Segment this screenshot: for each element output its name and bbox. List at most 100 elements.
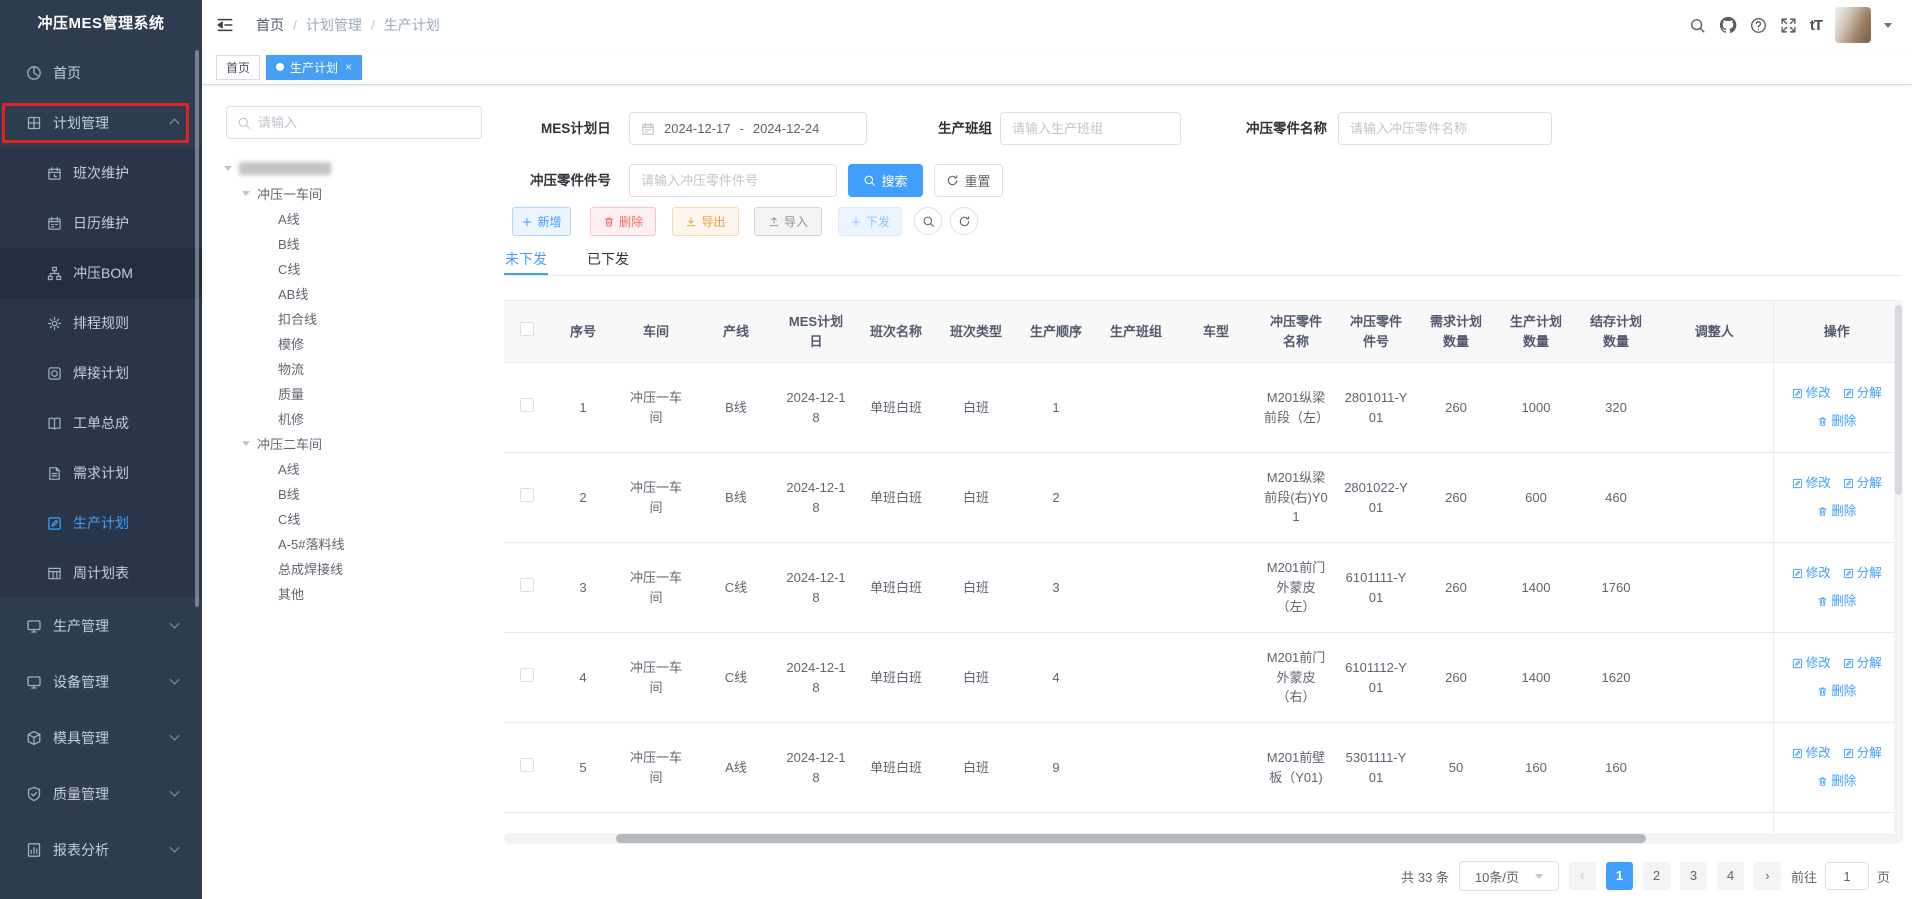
tree-node-workshop[interactable]: 冲压一车间 [212, 181, 492, 206]
tree-leaf-line[interactable]: C线 [212, 256, 492, 281]
vertical-scrollbar-thumb[interactable] [1895, 305, 1902, 495]
delete-link[interactable]: 删除 [1817, 682, 1856, 701]
dispatch-button[interactable]: 下发 [838, 207, 902, 236]
sidebar-item-demand-plan[interactable]: 需求计划 [0, 448, 202, 498]
delete-link[interactable]: 删除 [1817, 772, 1856, 791]
select-all-checkbox[interactable] [520, 322, 534, 336]
calendar-icon [47, 216, 62, 231]
page-button-3[interactable]: 3 [1680, 862, 1707, 890]
text-size-icon[interactable]: tT [1810, 17, 1822, 34]
sidebar-item-welding-plan[interactable]: 焊接计划 [0, 348, 202, 398]
sidebar-item-production-plan[interactable]: 生产计划 [0, 498, 202, 548]
page-button-2[interactable]: 2 [1643, 862, 1670, 890]
tree-leaf-line[interactable]: 物流 [212, 356, 492, 381]
delete-link[interactable]: 删除 [1817, 592, 1856, 611]
page-button-1[interactable]: 1 [1606, 862, 1633, 890]
row-checkbox[interactable] [520, 488, 534, 502]
part-name-filter-input[interactable] [1350, 121, 1540, 136]
tree-root-node[interactable] [212, 156, 492, 181]
menu-collapse-icon[interactable] [216, 16, 234, 34]
tree-leaf-line[interactable]: B线 [212, 481, 492, 506]
page-size-select[interactable]: 10条/页 [1459, 861, 1559, 891]
fullscreen-icon[interactable] [1780, 17, 1797, 34]
row-checkbox[interactable] [520, 398, 534, 412]
avatar[interactable] [1835, 7, 1871, 43]
modify-link[interactable]: 修改 [1792, 654, 1831, 673]
tree-leaf-line[interactable]: A-5#落料线 [212, 531, 492, 556]
tree-node-workshop[interactable]: 冲压二车间 [212, 431, 492, 456]
help-icon[interactable] [1750, 17, 1767, 34]
search-button[interactable]: 搜索 [848, 164, 923, 197]
sidebar-item-weekly-plan[interactable]: 周计划表 [0, 548, 202, 598]
sidebar-item-workorder-assembly[interactable]: 工单总成 [0, 398, 202, 448]
delete-link[interactable]: 删除 [1817, 502, 1856, 521]
table-cell-part_name: M201前门外蒙皮（左） [1256, 543, 1336, 633]
tree-leaf-line[interactable]: AB线 [212, 281, 492, 306]
modify-link[interactable]: 修改 [1792, 474, 1831, 493]
prev-page-button[interactable]: ‹ [1569, 862, 1596, 890]
search-icon[interactable] [1689, 17, 1706, 34]
export-button[interactable]: 导出 [672, 207, 739, 236]
tree-leaf-line[interactable]: 模修 [212, 331, 492, 356]
close-icon[interactable]: × [345, 60, 352, 74]
sidebar-item-stamping-bom[interactable]: 冲压BOM [0, 248, 202, 298]
github-icon[interactable] [1719, 16, 1737, 34]
decompose-link[interactable]: 分解 [1843, 654, 1882, 673]
import-button[interactable]: 导入 [754, 207, 822, 236]
tab-home[interactable]: 首页 [216, 55, 260, 80]
date-range-picker[interactable]: 2024-12-17 - 2024-12-24 [629, 112, 867, 145]
tree-leaf-line[interactable]: A线 [212, 206, 492, 231]
sidebar-item-plan-mgmt[interactable]: 计划管理 [0, 98, 202, 148]
delete-link[interactable]: 删除 [1817, 412, 1856, 431]
decompose-link[interactable]: 分解 [1843, 384, 1882, 403]
table-refresh-button[interactable] [950, 207, 978, 235]
sidebar-scrollbar[interactable] [195, 50, 199, 607]
sidebar-item-equipment-mgmt[interactable]: 设备管理 [0, 654, 202, 710]
goto-page-input[interactable] [1825, 862, 1869, 890]
delete-link-label: 删除 [1831, 682, 1856, 701]
tree-leaf-line[interactable]: 质量 [212, 381, 492, 406]
team-filter-input[interactable] [1012, 121, 1169, 136]
breadcrumb-plan-mgmt[interactable]: 计划管理 [306, 15, 362, 35]
part-no-filter-input[interactable] [641, 173, 825, 188]
tab-undispatched[interactable]: 未下发 [504, 244, 548, 275]
tree-leaf-line[interactable]: A线 [212, 456, 492, 481]
delete-button[interactable]: 删除 [590, 207, 656, 236]
sidebar-item-schedule-rules[interactable]: 排程规则 [0, 298, 202, 348]
add-button[interactable]: 新增 [512, 207, 571, 236]
row-checkbox[interactable] [520, 668, 534, 682]
sidebar-item-calendar-maint[interactable]: 日历维护 [0, 198, 202, 248]
sidebar-item-production-mgmt[interactable]: 生产管理 [0, 598, 202, 654]
calendar-icon [641, 122, 655, 136]
tab-dispatched[interactable]: 已下发 [586, 244, 630, 275]
tree-leaf-line[interactable]: B线 [212, 231, 492, 256]
breadcrumb-home[interactable]: 首页 [256, 15, 284, 35]
decompose-link[interactable]: 分解 [1843, 564, 1882, 583]
sidebar-item-home[interactable]: 首页 [0, 48, 202, 98]
modify-link[interactable]: 修改 [1792, 564, 1831, 583]
tree-leaf-line[interactable]: 总成焊接线 [212, 556, 492, 581]
tab-production-plan[interactable]: 生产计划 × [266, 55, 362, 80]
next-page-button[interactable]: › [1754, 862, 1781, 890]
sidebar-item-mold-mgmt[interactable]: 模具管理 [0, 710, 202, 766]
tree-leaf-line[interactable]: 机修 [212, 406, 492, 431]
decompose-link[interactable]: 分解 [1843, 744, 1882, 763]
row-checkbox[interactable] [520, 578, 534, 592]
table-search-button[interactable] [914, 207, 942, 235]
sidebar-item-quality-mgmt[interactable]: 质量管理 [0, 766, 202, 822]
tree-leaf-line[interactable]: 其他 [212, 581, 492, 606]
modify-link[interactable]: 修改 [1792, 384, 1831, 403]
modify-link[interactable]: 修改 [1792, 744, 1831, 763]
decompose-link[interactable]: 分解 [1843, 474, 1882, 493]
row-checkbox[interactable] [520, 758, 534, 772]
refresh-icon [958, 215, 971, 228]
sidebar-item-shift-maint[interactable]: 班次维护 [0, 148, 202, 198]
reset-button[interactable]: 重置 [934, 164, 1003, 197]
page-button-4[interactable]: 4 [1717, 862, 1744, 890]
caret-down-icon[interactable] [1884, 23, 1892, 28]
tree-leaf-line[interactable]: C线 [212, 506, 492, 531]
sidebar-item-report-analysis[interactable]: 报表分析 [0, 822, 202, 878]
tree-search-input[interactable] [258, 115, 471, 130]
tree-leaf-line[interactable]: 扣合线 [212, 306, 492, 331]
horizontal-scrollbar-thumb[interactable] [616, 834, 1646, 843]
